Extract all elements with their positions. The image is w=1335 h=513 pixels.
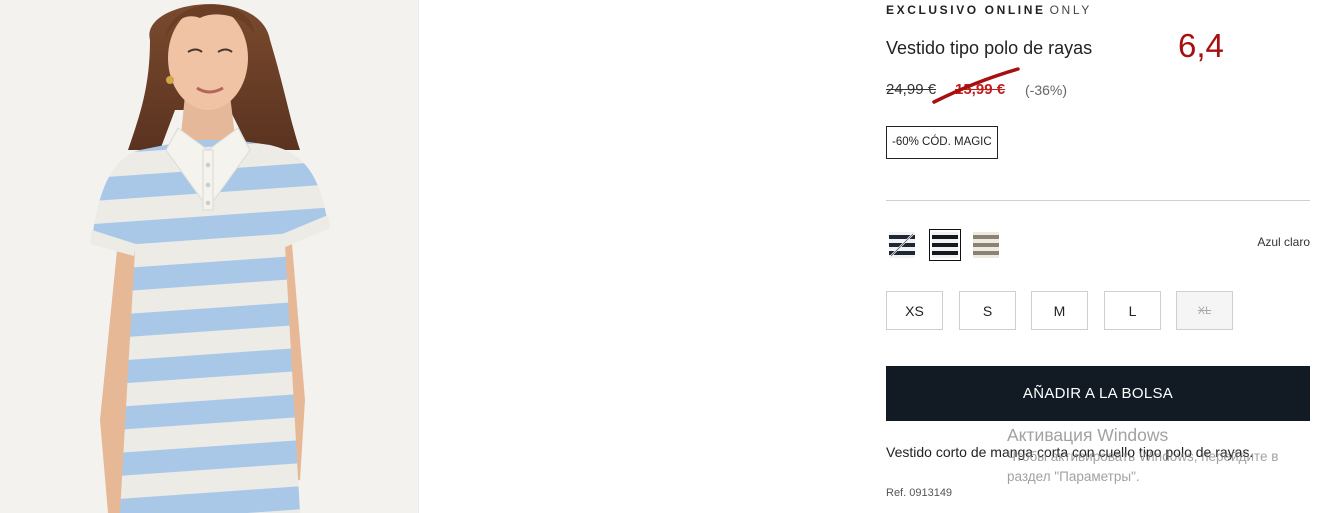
stripe-swatch-black-icon (932, 232, 958, 258)
product-description: Vestido corto de manga corta con cuello … (886, 444, 1254, 460)
stripe-swatch-khaki-icon (973, 232, 999, 258)
model-photo-image (0, 0, 418, 513)
product-title: Vestido tipo polo de rayas (886, 38, 1093, 58)
stripe-swatch-navy-icon (889, 232, 915, 258)
gallery-blank-area (418, 0, 864, 513)
product-photo[interactable] (0, 0, 418, 513)
original-price: 24,99 € (886, 81, 937, 98)
product-info-panel: EXCLUSIVO ONLINE ONLY Vestido tipo polo d… (886, 0, 1310, 513)
section-divider (886, 200, 1310, 201)
size-button-s[interactable]: S (959, 291, 1016, 330)
discount-percent: (-36%) (1025, 82, 1068, 98)
selected-color-name: Azul claro (1257, 235, 1310, 249)
brand-name[interactable]: ONLY (1050, 3, 1092, 17)
product-reference: Ref. 0913149 (886, 487, 953, 499)
size-button-l[interactable]: L (1104, 291, 1161, 330)
color-swatch-black[interactable] (929, 229, 961, 261)
size-button-xs[interactable]: XS (886, 291, 943, 330)
size-button-m[interactable]: M (1031, 291, 1088, 330)
brand-row: EXCLUSIVO ONLINE ONLY (886, 3, 1092, 17)
promo-code-tag: -60% CÓD. MAGIC (886, 126, 998, 159)
exclusive-online-badge: EXCLUSIVO ONLINE (886, 3, 1046, 17)
add-to-bag-button[interactable]: AÑADIR A LA BOLSA (886, 366, 1310, 421)
color-swatch-khaki[interactable] (970, 229, 1002, 261)
handwritten-annotation: 6,4 (1178, 27, 1224, 64)
size-button-xl-unavailable[interactable]: XL (1176, 291, 1233, 330)
red-strike-annotation (932, 67, 1020, 104)
panel-divider (418, 0, 419, 513)
color-swatch-navy[interactable] (886, 229, 918, 261)
